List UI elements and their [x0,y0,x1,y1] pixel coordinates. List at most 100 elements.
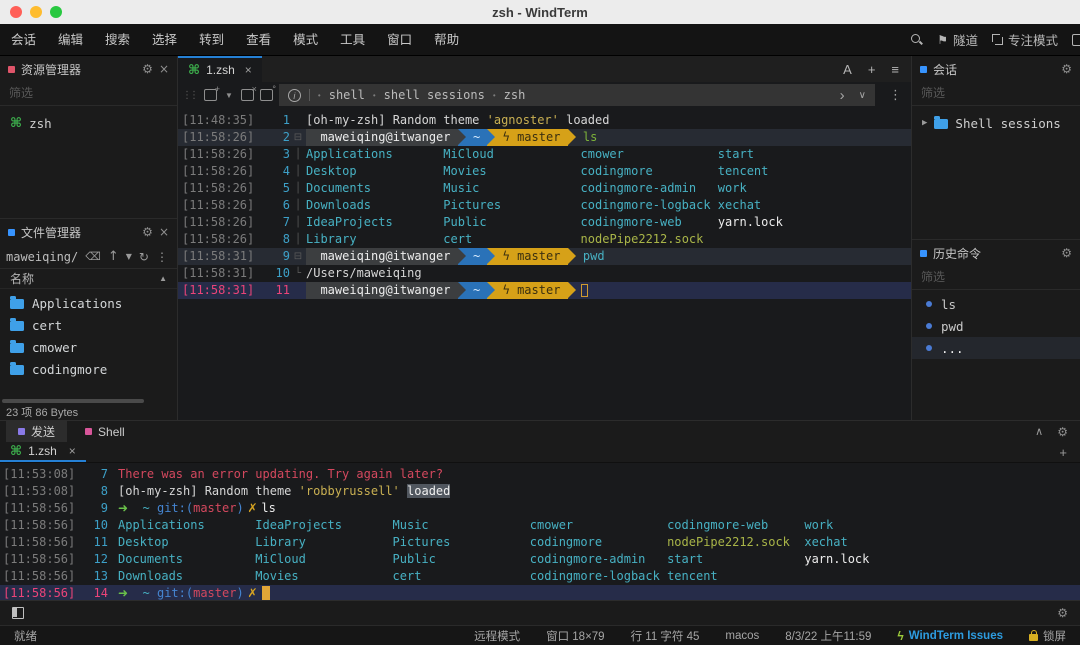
folder-icon [10,365,24,375]
twisty-icon[interactable]: ▶ [922,118,927,128]
menu-转到[interactable]: 转到 [188,24,235,56]
tunnel-button[interactable]: ⚑ 隧道 [937,30,978,49]
line-content: ➜ ~ git:(master) ✗ [118,585,1080,600]
line-content: Library cert nodePipe2212.sock [306,231,911,248]
history-item-pwd[interactable]: pwd [912,315,1080,337]
close-tab-icon[interactable]: × [245,63,252,77]
toggle-panel-icon[interactable] [12,607,24,619]
fold-marker: │ [290,197,306,214]
gear-icon[interactable]: ⚙ [142,225,153,239]
menu-搜索[interactable]: 搜索 [94,24,141,56]
close-icon[interactable]: × [159,225,169,239]
refresh-icon[interactable]: ↻ [139,250,149,264]
chevron-down-icon[interactable]: ∨ [859,90,866,101]
layout-icon[interactable] [1072,34,1080,46]
history-item-...[interactable]: ... [912,337,1080,359]
file-list: Applicationscertcmowercodingmore [0,289,177,398]
close-icon[interactable]: × [159,62,169,76]
history-filter-input[interactable]: 筛选 [912,266,1080,290]
new-tab-icon[interactable]: + [204,89,217,101]
sessions-filter-input[interactable]: 筛选 [912,82,1080,106]
search-icon[interactable] [910,33,923,46]
status-datetime: 8/3/22 上午11:59 [785,628,871,644]
lock-screen-button[interactable]: 锁屏 [1029,628,1066,644]
tab-1zsh[interactable]: ⌘ 1.zsh × [178,56,262,82]
file-row-codingmore[interactable]: codingmore [0,358,177,380]
focus-mode-button[interactable]: 专注模式 [992,30,1058,49]
history-item-ls[interactable]: ls [912,293,1080,315]
chevron-down-icon[interactable]: ▼ [126,252,132,261]
fold-marker[interactable]: ⊟ [290,129,306,146]
sessions-tree-item[interactable]: ▶Shell sessions [912,112,1080,134]
menu-会话[interactable]: 会话 [0,24,47,56]
line-timestamp: [11:58:56] [0,534,84,551]
status-remote-mode[interactable]: 远程模式 [474,628,520,644]
fold-marker[interactable]: ⊟ [290,248,306,265]
menu-选择[interactable]: 选择 [141,24,188,56]
menu-窗口[interactable]: 窗口 [376,24,423,56]
tab-label: 1.zsh [206,63,235,77]
menu-模式[interactable]: 模式 [282,24,329,56]
bottom-terminal[interactable]: [11:53:08]7There was an error updating. … [0,463,1080,600]
gear-icon[interactable]: ⚙ [1061,246,1072,260]
reopen-tab-icon[interactable]: ° [260,89,273,101]
terminal-line: [11:58:26]3│Applications MiCloud cmower … [178,146,911,163]
line-content: Downloads Pictures codingmore-logback xe… [306,197,911,214]
line-content: There was an error updating. Try again l… [118,466,1080,483]
more-icon[interactable]: ⋮ [889,87,911,103]
menu-帮助[interactable]: 帮助 [423,24,470,56]
windterm-issues-link[interactable]: ϟ WindTerm Issues [897,629,1003,643]
expand-icon[interactable]: › [840,87,845,104]
file-row-Applications[interactable]: Applications [0,292,177,314]
file-row-cert[interactable]: cert [0,314,177,336]
menu-查看[interactable]: 查看 [235,24,282,56]
add-tab-icon[interactable]: + [1059,442,1080,462]
file-row-cmower[interactable]: cmower [0,336,177,358]
tab-list-icon[interactable]: ≡ [891,62,899,77]
add-tab-icon[interactable]: + [868,62,876,77]
status-ready: 就绪 [14,628,37,644]
fold-marker [290,112,306,129]
zsh-icon: ⌘ [188,63,200,78]
fold-marker [108,517,118,534]
breadcrumb-zsh[interactable]: zsh [504,88,526,102]
main-terminal[interactable]: [11:48:35]1[oh-my-zsh] Random theme 'agn… [178,108,911,420]
path-input[interactable]: maweiqing/ [6,250,78,264]
close-tab-icon[interactable]: × [69,444,76,458]
tab-send[interactable]: 发送 [6,421,67,442]
gear-icon[interactable]: ⚙ [1061,62,1072,76]
collapse-icon[interactable]: ∧ [1035,425,1043,438]
menu-编辑[interactable]: 编辑 [47,24,94,56]
line-content: maweiqing@itwanger ~ ϟ master pwd [306,248,911,265]
name-column-header[interactable]: 名称 ▲ [0,269,177,289]
explorer-filter-input[interactable]: 筛选 [0,82,177,106]
bottom-tab-1zsh[interactable]: ⌘ 1.zsh × [0,442,86,462]
new-tab-dropdown-icon[interactable]: ▼ [225,91,233,100]
drag-handle[interactable]: ⋮⋮ [182,90,196,101]
fold-marker [108,483,118,500]
menubar-right: ⚑ 隧道 专注模式 [910,30,1080,49]
sort-ascending-icon[interactable]: ▲ [159,274,167,283]
info-icon[interactable]: i [288,89,301,102]
menu-工具[interactable]: 工具 [329,24,376,56]
more-icon[interactable]: ⋮ [156,250,168,264]
gear-icon[interactable]: ⚙ [1057,606,1068,620]
fold-marker: │ [290,180,306,197]
up-directory-icon[interactable]: ↑ [108,249,119,264]
line-content: Applications IdeaProjects Music cmower c… [118,517,1080,534]
line-content: Desktop Movies codingmore tencent [306,163,911,180]
line-content: Documents MiCloud Public codingmore-admi… [118,551,1080,568]
breadcrumb-shell-sessions[interactable]: shell sessions [384,88,485,102]
sessions-panel-title: 会话 [933,61,957,78]
fold-marker [108,466,118,483]
close-tab-icon[interactable]: × [241,89,254,101]
gear-icon[interactable]: ⚙ [142,62,153,76]
gear-icon[interactable]: ⚙ [1057,425,1068,439]
fold-marker [108,551,118,568]
explorer-item-zsh[interactable]: ⌘zsh [0,112,177,134]
font-size-icon[interactable]: A [843,62,852,77]
clear-path-icon[interactable]: ⌫ [85,250,101,263]
tab-shell[interactable]: Shell [73,421,137,442]
line-number: 8 [84,483,108,500]
breadcrumb-shell[interactable]: shell [329,88,365,102]
